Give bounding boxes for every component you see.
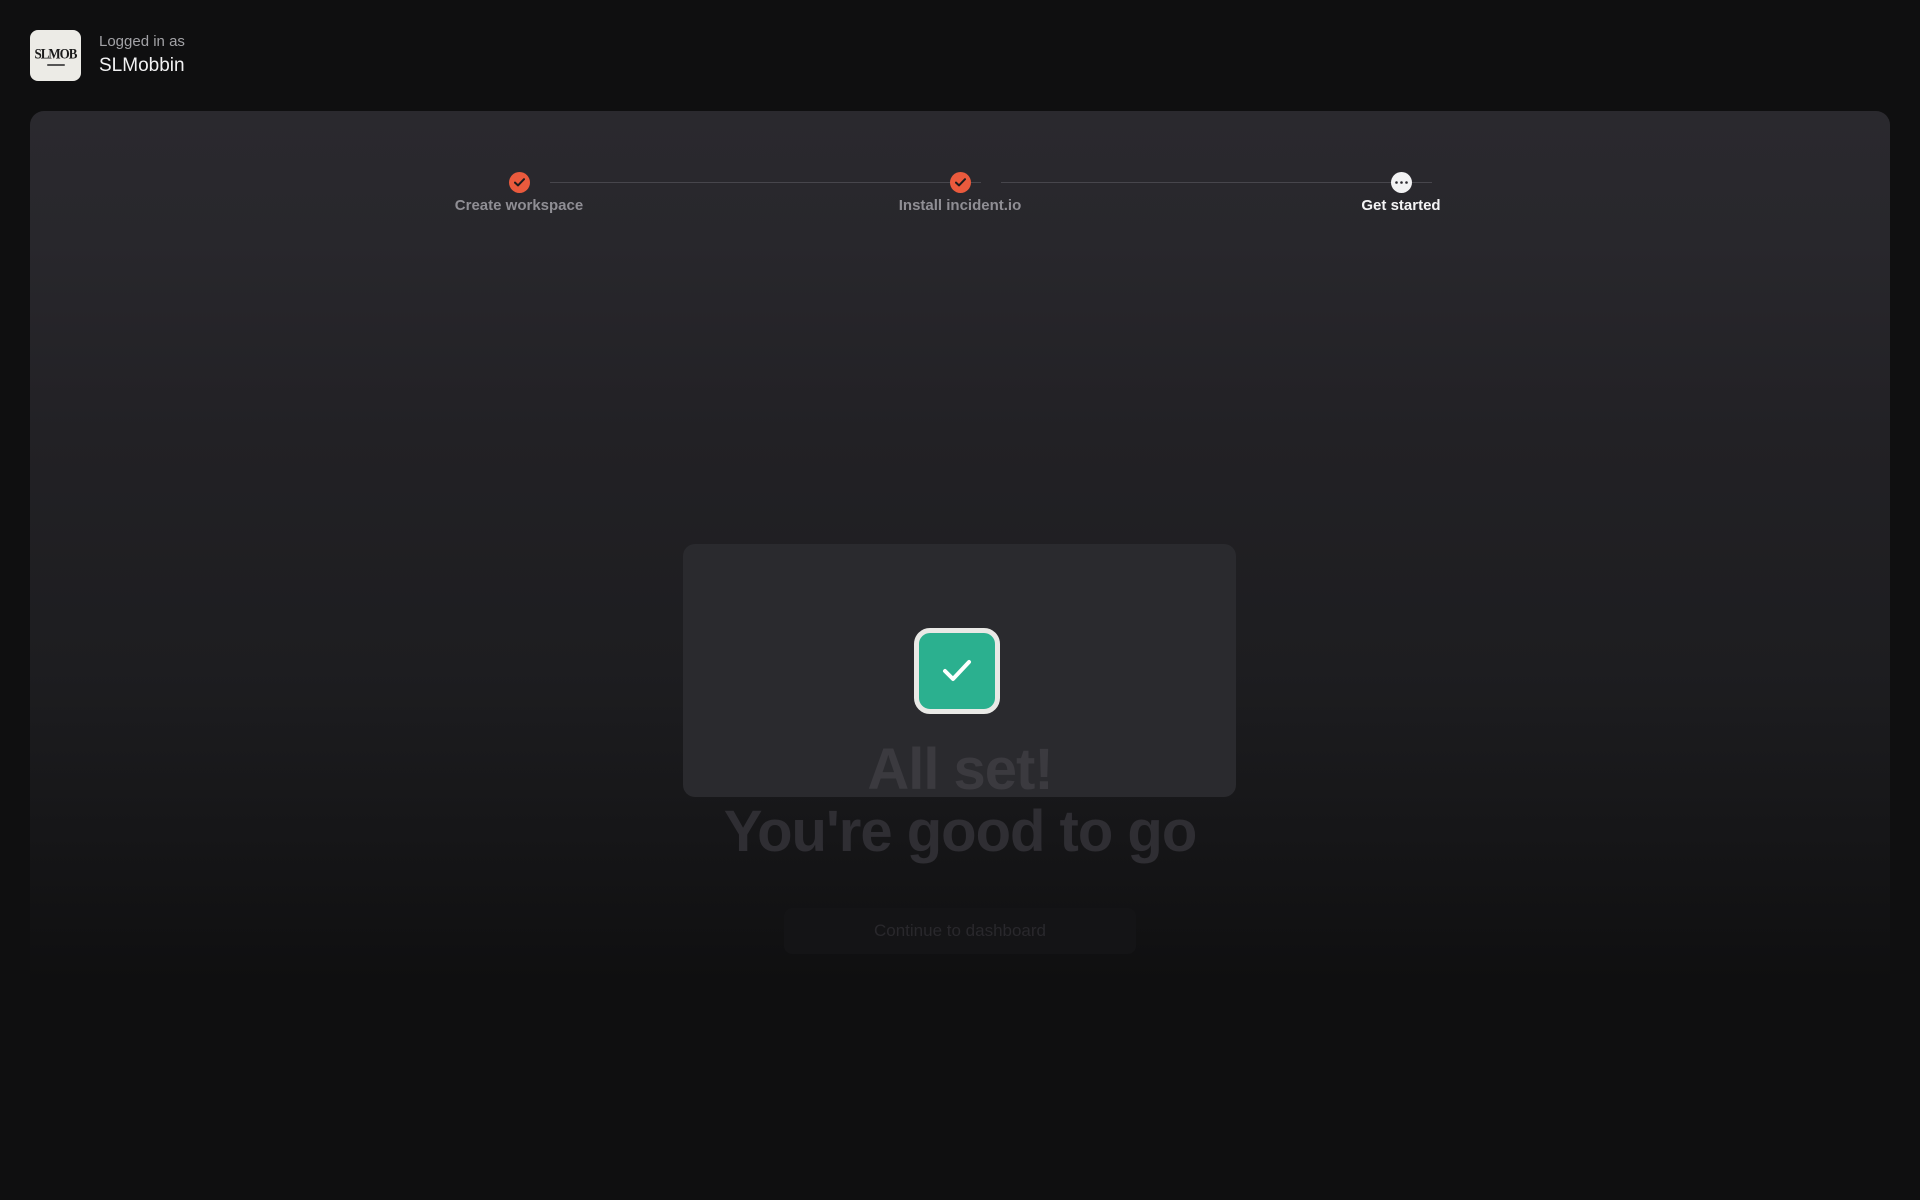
step-get-started: Get started (1281, 172, 1521, 214)
step-label: Create workspace (454, 197, 584, 214)
onboarding-panel: Create workspace Install incident.io Get… (30, 111, 1890, 991)
avatar-logo-mark (46, 63, 65, 66)
check-icon (949, 172, 971, 193)
completion-subtitle: You're good to go (723, 799, 1198, 864)
account-header: SLMOB Logged in as SLMobbin (30, 30, 185, 81)
user-name: SLMobbin (99, 54, 185, 76)
user-block: Logged in as SLMobbin (99, 33, 185, 79)
step-label: Get started (1361, 197, 1441, 214)
ellipsis-icon (1390, 172, 1412, 193)
step-install-incident: Install incident.io (840, 172, 1080, 214)
step-create-workspace: Create workspace (399, 172, 639, 214)
step-label: Install incident.io (898, 197, 1022, 214)
continue-to-dashboard-button[interactable]: Continue to dashboard (784, 908, 1136, 954)
workspace-avatar[interactable]: SLMOB (30, 30, 81, 81)
avatar-logo-text: SLMOB (34, 44, 78, 62)
logged-in-label: Logged in as (99, 32, 185, 50)
onboarding-stepper: Create workspace Install incident.io Get… (30, 160, 1890, 220)
completion-title: All set! (867, 737, 1053, 802)
check-icon (508, 172, 530, 193)
check-icon (914, 628, 1000, 714)
